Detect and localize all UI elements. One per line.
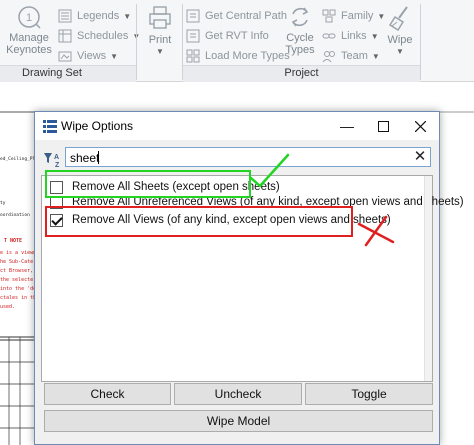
- text-cursor: [98, 151, 99, 164]
- maximize-icon: [377, 120, 389, 132]
- check-button[interactable]: Check: [44, 383, 171, 405]
- dialog-title: Wipe Options: [61, 119, 134, 133]
- wipe-model-button[interactable]: Wipe Model: [44, 410, 433, 432]
- chevron-down-icon: ▼: [371, 51, 380, 61]
- group-divider: [420, 4, 421, 80]
- drawing-set-group-label: Drawing Set: [22, 67, 82, 79]
- schedules-icon: [58, 29, 72, 43]
- uncheck-button[interactable]: Uncheck: [174, 383, 302, 405]
- red-x-mark-icon: [357, 215, 395, 247]
- manage-keynotes-label: Manage Keynotes: [6, 32, 52, 56]
- group-divider: [136, 4, 137, 80]
- drawing-text: oordination: [0, 213, 30, 218]
- green-highlight-box: [45, 170, 251, 198]
- drawing-text: ty: [0, 201, 6, 206]
- notes-line: the selecte: [0, 277, 34, 283]
- wipe-options-dialog: Wipe Options — A Z sheet ✕ Remove All Sh…: [34, 111, 464, 445]
- vertical-scrollbar[interactable]: [424, 176, 432, 381]
- toggle-button[interactable]: Toggle: [305, 383, 433, 405]
- cycle-types-icon: [291, 7, 309, 27]
- close-icon: [414, 120, 426, 132]
- minimize-button[interactable]: —: [330, 112, 364, 140]
- links-button[interactable]: Links ▼: [322, 27, 379, 45]
- print-icon: [149, 6, 171, 29]
- schedules-label: Schedules: [77, 30, 129, 42]
- family-label: Family: [341, 10, 374, 22]
- legends-button[interactable]: Legends ▼: [58, 7, 131, 25]
- get-central-path-button[interactable]: Get Central Path: [186, 7, 287, 25]
- views-icon: [58, 51, 72, 62]
- links-icon: [322, 33, 336, 39]
- chevron-down-icon: ▼: [156, 47, 164, 56]
- close-button[interactable]: [403, 112, 437, 140]
- minimize-icon: —: [340, 118, 354, 134]
- chevron-down-icon: ▼: [123, 11, 132, 21]
- window-icon: [43, 120, 57, 133]
- manage-keynotes-button[interactable]: 1 Manage Keynotes: [6, 4, 52, 56]
- notes-line: ct Browser,: [0, 268, 34, 274]
- views-label: Views: [77, 50, 107, 62]
- chevron-down-icon: ▼: [110, 51, 119, 61]
- chevron-down-icon: ▼: [370, 31, 379, 41]
- manage-keynotes-icon: 1: [18, 6, 41, 29]
- svg-text:A: A: [54, 154, 59, 161]
- notes-line: e is a viewm: [0, 250, 37, 256]
- legends-icon: [58, 9, 72, 23]
- wipe-label: Wipe: [387, 34, 413, 46]
- load-more-types-label: Load More Types: [205, 50, 290, 62]
- views-button[interactable]: Views ▼: [58, 47, 118, 65]
- red-highlight-box: [45, 206, 353, 237]
- maximize-button[interactable]: [366, 112, 400, 140]
- clear-search-button[interactable]: ✕: [412, 149, 428, 165]
- green-checkmark-icon: [249, 153, 290, 188]
- get-rvt-info-icon: [186, 29, 200, 43]
- svg-text:Z: Z: [55, 162, 60, 169]
- dialog-titlebar[interactable]: Wipe Options —: [35, 112, 439, 140]
- get-central-path-icon: [186, 9, 200, 23]
- team-label: Team: [341, 50, 368, 62]
- load-more-types-icon: [186, 49, 200, 63]
- notes-heading: T NOTE: [4, 238, 23, 244]
- filter-sort-icon[interactable]: A Z: [43, 151, 63, 169]
- wipe-button[interactable]: Wipe ▼: [382, 4, 418, 58]
- wipe-icon: [388, 6, 408, 32]
- project-group-label: Project: [284, 67, 319, 79]
- family-button[interactable]: Family ▼: [322, 7, 385, 25]
- notes-line: used.: [0, 304, 16, 310]
- notes-line: into the 'de: [0, 286, 37, 292]
- svg-text:1: 1: [26, 12, 32, 24]
- ribbon: 1 Manage Keynotes Legends▼ Schedules▼ Vi…: [0, 0, 474, 82]
- team-icon: [322, 51, 335, 63]
- load-more-types-button[interactable]: Load More Types: [186, 47, 290, 65]
- chevron-down-icon: ▼: [396, 47, 404, 56]
- get-central-path-label: Get Central Path: [205, 10, 287, 22]
- search-value: sheet: [70, 151, 100, 165]
- print-label: Print: [148, 34, 172, 46]
- print-button[interactable]: Print ▼: [140, 4, 180, 58]
- clear-icon: ✕: [413, 148, 427, 165]
- get-rvt-info-label: Get RVT Info: [205, 30, 269, 42]
- cycle-types-button[interactable]: Cycle Types: [282, 4, 318, 56]
- notes-line: he Sub-Cate: [0, 259, 34, 265]
- cycle-types-label: Cycle Types: [285, 32, 315, 56]
- links-label: Links: [341, 30, 367, 42]
- schedules-button[interactable]: Schedules▼: [58, 27, 140, 45]
- legends-label: Legends: [77, 10, 120, 22]
- family-icon: [322, 9, 336, 23]
- team-button[interactable]: Team ▼: [322, 47, 380, 65]
- get-rvt-info-button[interactable]: Get RVT Info: [186, 27, 269, 45]
